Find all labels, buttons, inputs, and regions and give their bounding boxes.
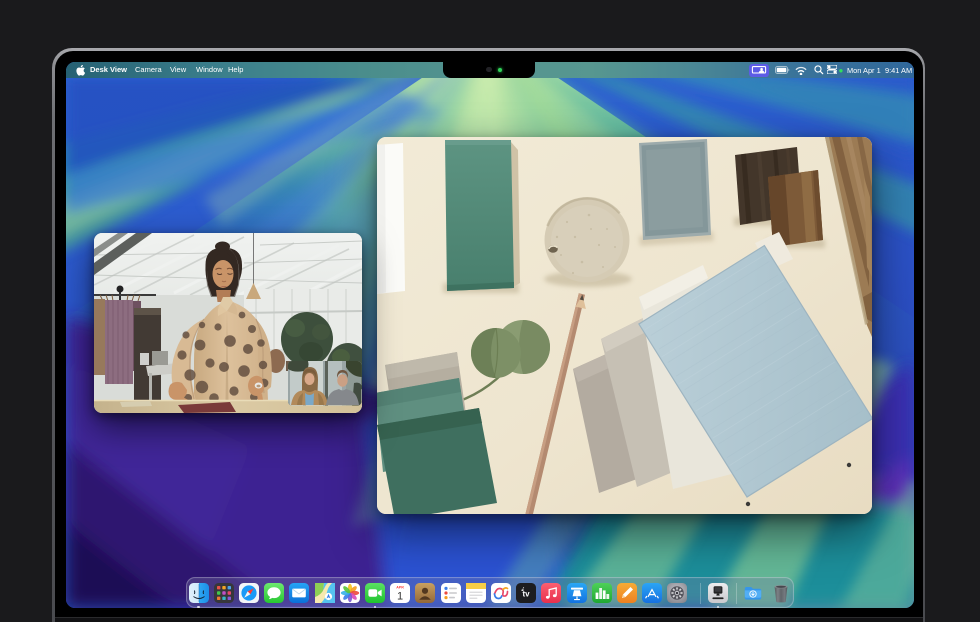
svg-text:1: 1: [397, 590, 403, 602]
svg-text:tv: tv: [523, 589, 531, 598]
svg-text:APR: APR: [396, 585, 404, 589]
